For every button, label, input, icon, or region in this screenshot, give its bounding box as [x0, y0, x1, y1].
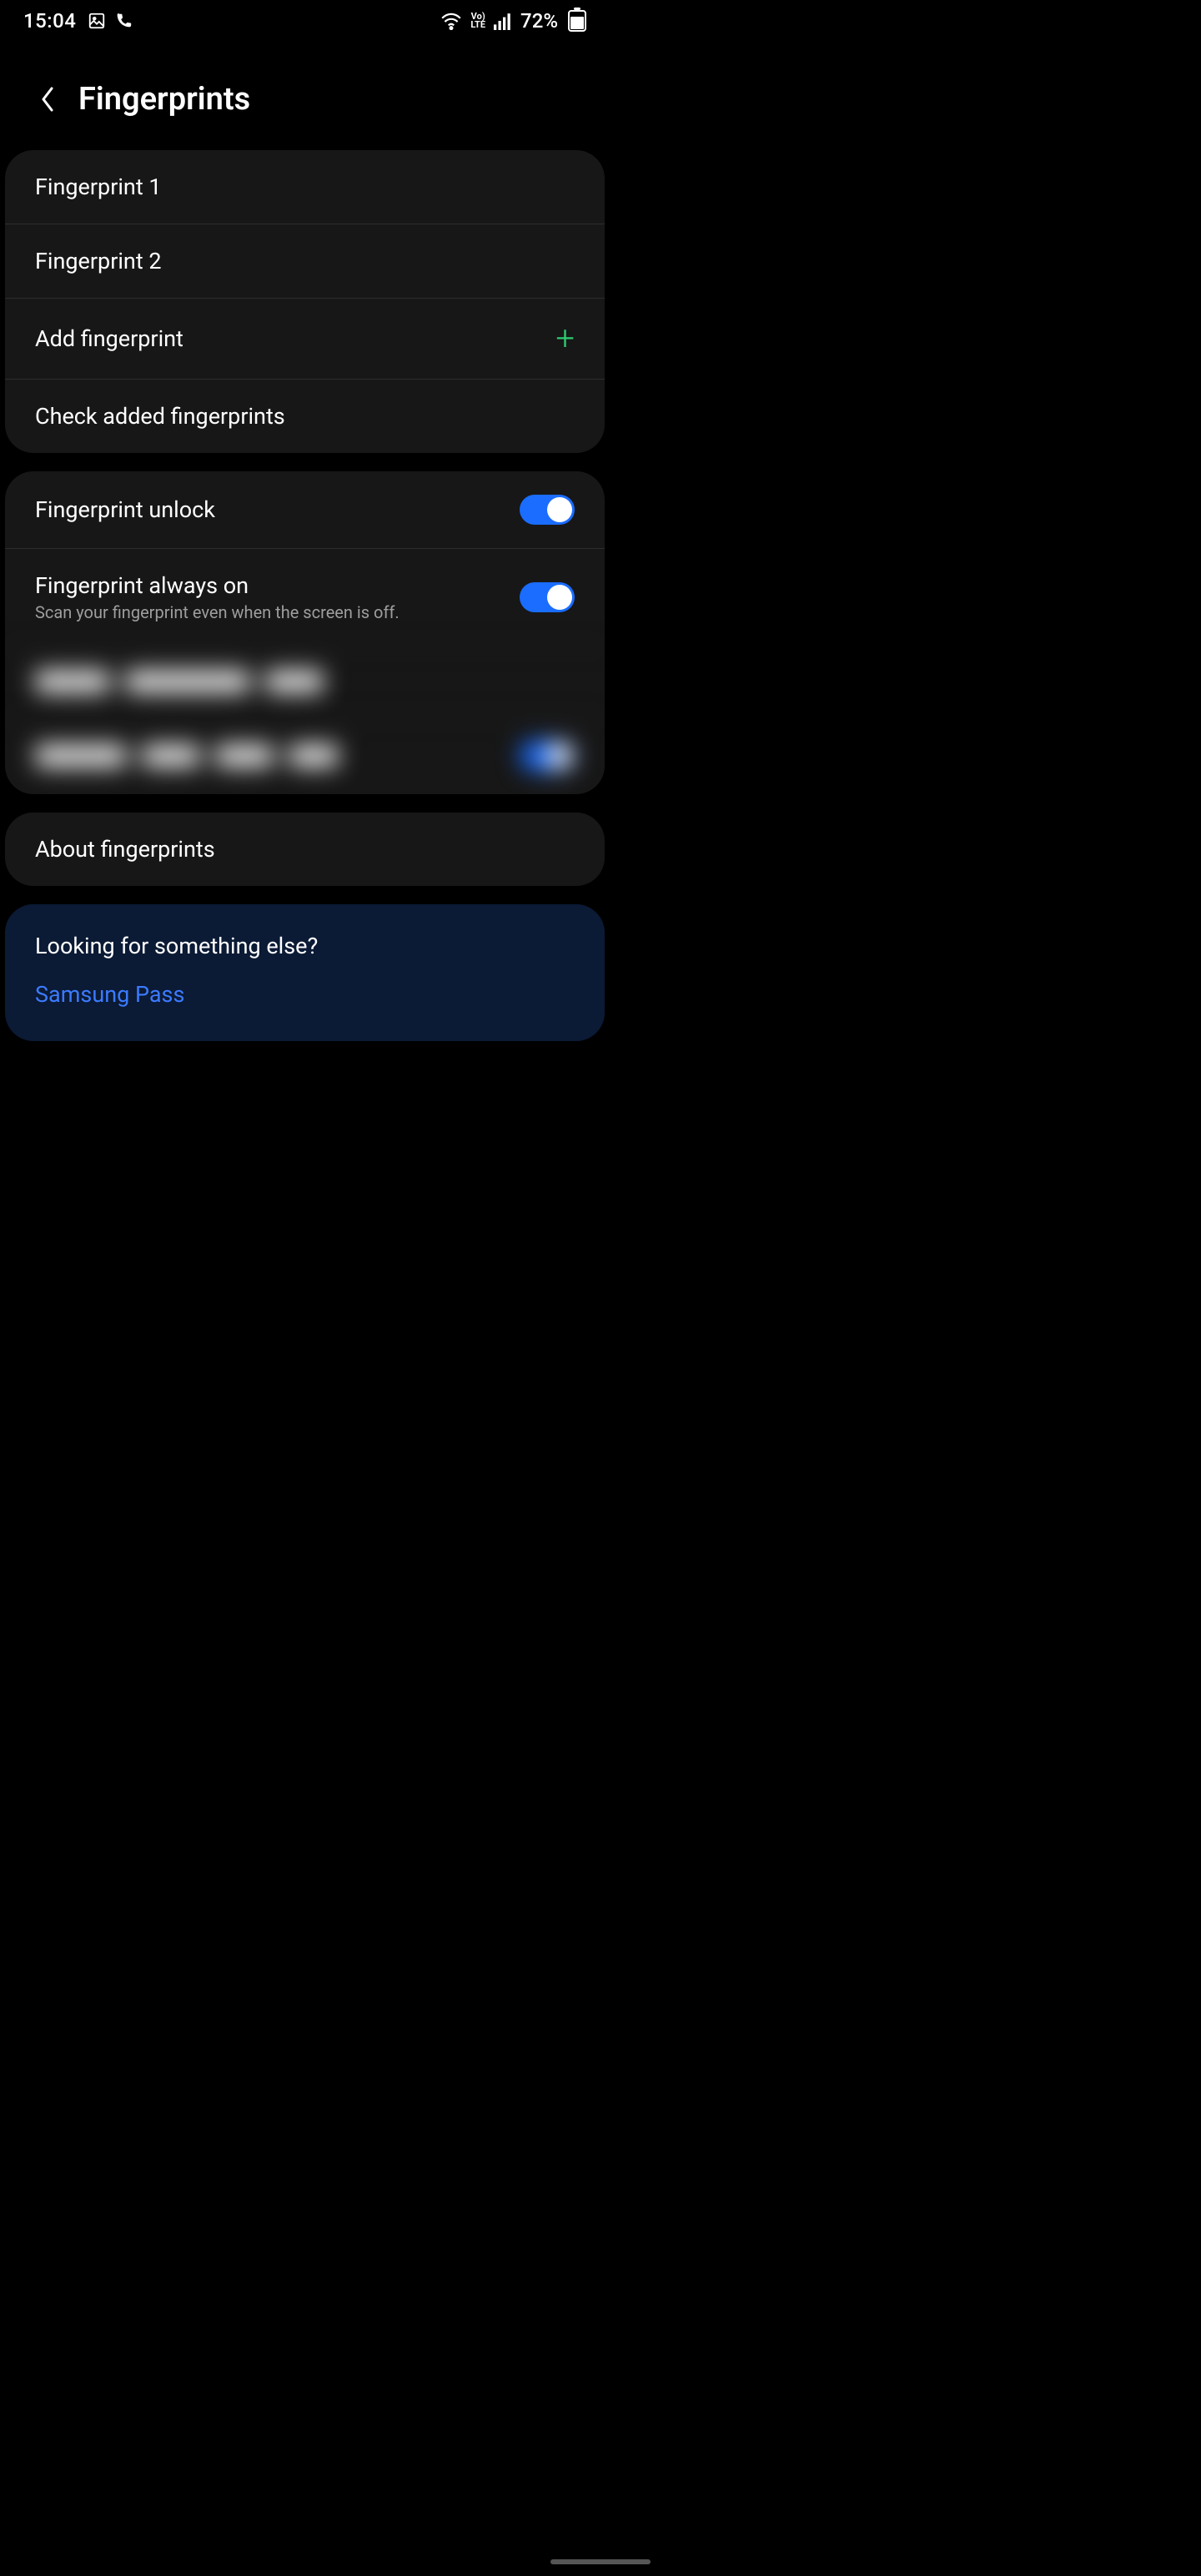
signal-icon: [494, 12, 512, 30]
nav-handle[interactable]: [550, 2559, 651, 2564]
wifi-icon: [440, 12, 462, 30]
battery-percent: 72%: [520, 9, 558, 33]
fingerprint-always-on-label: Fingerprint always on: [35, 572, 399, 599]
looking-for-card: Looking for something else? Samsung Pass: [5, 904, 605, 1041]
back-button[interactable]: [35, 80, 60, 118]
check-fingerprints-row[interactable]: Check added fingerprints: [5, 379, 605, 453]
fingerprint-unlock-label: Fingerprint unlock: [35, 496, 215, 523]
status-bar: 15:04 Vo)LTE 72%: [0, 0, 610, 42]
fingerprint-1-row[interactable]: Fingerprint 1: [5, 150, 605, 224]
add-fingerprint-row[interactable]: Add fingerprint +: [5, 298, 605, 379]
looking-for-lead: Looking for something else?: [5, 904, 605, 969]
fingerprint-always-on-sub: Scan your fingerprint even when the scre…: [35, 602, 399, 622]
battery-icon: [568, 10, 586, 32]
samsung-pass-link[interactable]: Samsung Pass: [5, 969, 605, 1041]
volte-icon: Vo)LTE: [470, 13, 485, 29]
about-fingerprints-label: About fingerprints: [35, 836, 215, 863]
redacted-row-1: [5, 646, 605, 717]
fingerprint-list-card: Fingerprint 1 Fingerprint 2 Add fingerpr…: [5, 150, 605, 453]
fingerprint-2-label: Fingerprint 2: [35, 248, 162, 274]
add-fingerprint-label: Add fingerprint: [35, 325, 183, 352]
fingerprint-always-on-row[interactable]: Fingerprint always on Scan your fingerpr…: [5, 548, 605, 646]
fingerprint-unlock-toggle[interactable]: [520, 495, 575, 525]
fingerprint-1-label: Fingerprint 1: [35, 174, 162, 200]
about-card: About fingerprints: [5, 813, 605, 886]
status-clock: 15:04: [23, 9, 76, 33]
header: Fingerprints: [0, 42, 610, 150]
fingerprint-options-card: Fingerprint unlock Fingerprint always on…: [5, 471, 605, 794]
phone-icon: [114, 12, 133, 30]
plus-icon: +: [555, 322, 575, 355]
about-fingerprints-row[interactable]: About fingerprints: [5, 813, 605, 886]
page-title: Fingerprints: [78, 81, 250, 118]
redacted-row-2: [5, 717, 605, 794]
picture-icon: [88, 12, 106, 30]
fingerprint-2-row[interactable]: Fingerprint 2: [5, 224, 605, 298]
fingerprint-unlock-row[interactable]: Fingerprint unlock: [5, 471, 605, 548]
check-fingerprints-label: Check added fingerprints: [35, 403, 285, 430]
fingerprint-always-on-toggle[interactable]: [520, 582, 575, 612]
